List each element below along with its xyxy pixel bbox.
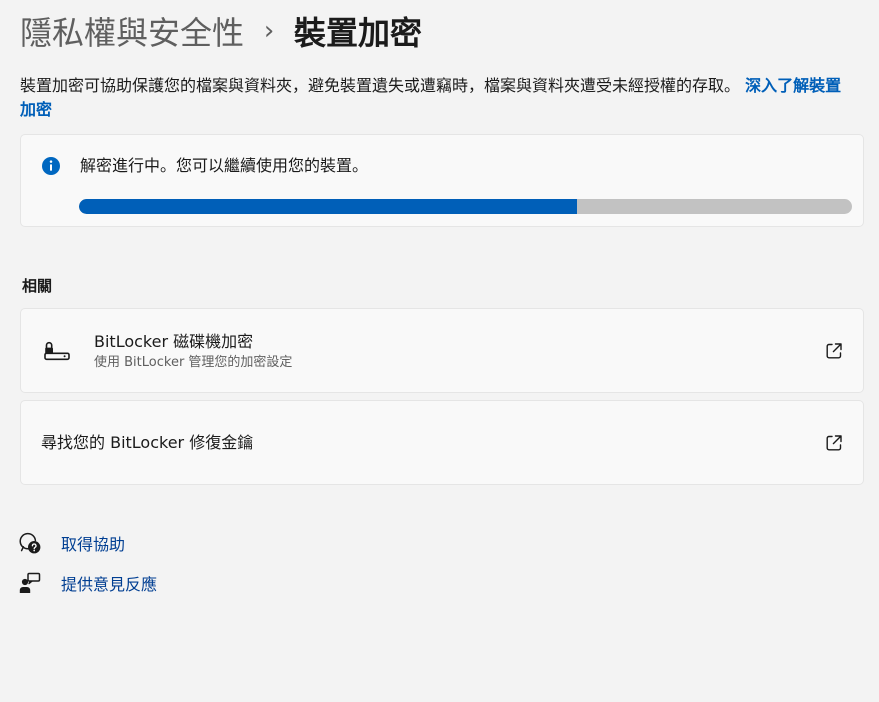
info-icon (42, 157, 60, 175)
open-external-icon[interactable] (825, 434, 843, 452)
get-help-icon (19, 532, 41, 554)
description-text: 裝置加密可協助保護您的檔案與資料夾，避免裝置遺失或遭竊時，檔案與資料夾遭受未經授… (20, 76, 741, 95)
bitlocker-drive-encryption-subtitle: 使用 BitLocker 管理您的加密設定 (94, 355, 293, 370)
bitlocker-drive-icon (44, 341, 70, 361)
bitlocker-drive-encryption-title: BitLocker 磁碟機加密 (94, 332, 254, 351)
related-section-title: 相關 (22, 277, 53, 295)
status-message: 解密進行中。您可以繼續使用您的裝置。 (80, 156, 369, 175)
feedback-icon (19, 572, 41, 593)
page-description: 裝置加密可協助保護您的檔案與資料夾，避免裝置遺失或遭竊時，檔案與資料夾遭受未經授… (20, 74, 855, 122)
get-help-label: 取得協助 (61, 535, 126, 554)
breadcrumb-parent[interactable]: 隱私權與安全性 (20, 8, 244, 54)
decryption-progress-bar (79, 199, 852, 214)
find-recovery-key-row[interactable]: 尋找您的 BitLocker 修復金鑰 (20, 400, 864, 485)
get-help-link[interactable]: 取得協助 (19, 523, 865, 563)
help-links: 取得協助 提供意見反應 (19, 523, 865, 603)
decryption-status-card: 解密進行中。您可以繼續使用您的裝置。 (20, 134, 864, 227)
breadcrumb: 隱私權與安全性 › 裝置加密 (20, 0, 865, 62)
find-recovery-key-title: 尋找您的 BitLocker 修復金鑰 (41, 433, 254, 452)
settings-page: 隱私權與安全性 › 裝置加密 裝置加密可協助保護您的檔案與資料夾，避免裝置遺失或… (0, 0, 879, 702)
bitlocker-drive-encryption-row[interactable]: BitLocker 磁碟機加密 使用 BitLocker 管理您的加密設定 (20, 308, 864, 393)
give-feedback-link[interactable]: 提供意見反應 (19, 563, 865, 603)
page-title: 裝置加密 (294, 14, 423, 52)
give-feedback-label: 提供意見反應 (61, 575, 158, 594)
chevron-right-icon: › (263, 16, 275, 46)
open-external-icon[interactable] (825, 342, 843, 360)
progress-fill (79, 199, 577, 214)
